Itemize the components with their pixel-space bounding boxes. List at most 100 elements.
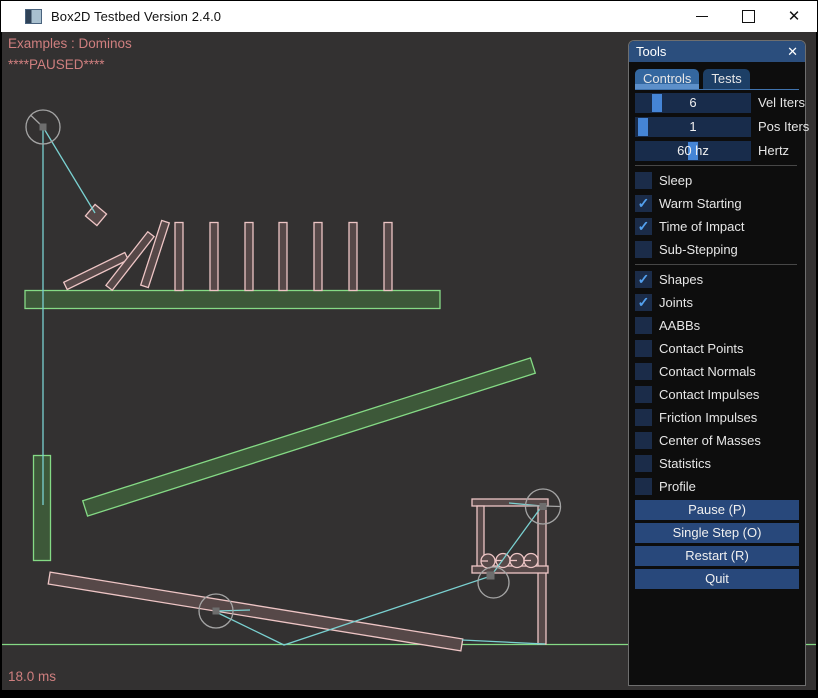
tab-underline xyxy=(635,89,799,90)
maximize-button[interactable] xyxy=(725,1,771,32)
checkbox-profile-label: Profile xyxy=(659,479,696,494)
domino-standing-1 xyxy=(175,223,183,291)
checkbox-row-time-of-impact: ✓ Time of Impact xyxy=(635,215,803,238)
checkbox-aabbs[interactable] xyxy=(635,317,652,334)
slider-hertz-label: Hertz xyxy=(758,143,789,158)
checkbox-profile[interactable] xyxy=(635,478,652,495)
anchor-pulley-top xyxy=(40,124,47,131)
checkbox-sub-stepping-label: Sub-Stepping xyxy=(659,242,738,257)
checkbox-sleep[interactable] xyxy=(635,172,652,189)
checkbox-contact-points-label: Contact Points xyxy=(659,341,744,356)
slider-hertz-track[interactable]: 60 hz xyxy=(635,141,751,161)
checkbox-row-joints: ✓ Joints xyxy=(635,291,803,314)
button-restart-r[interactable]: Restart (R) xyxy=(635,546,799,566)
checkbox-warm-starting-label: Warm Starting xyxy=(659,196,742,211)
checkbox-contact-impulses[interactable] xyxy=(635,386,652,403)
checkbox-friction-impulses[interactable] xyxy=(635,409,652,426)
app-icon xyxy=(25,9,42,24)
tools-panel-title: Tools xyxy=(636,44,666,59)
slider-vel-iters-value: 6 xyxy=(635,93,751,113)
checkbox-friction-impulses-label: Friction Impulses xyxy=(659,410,757,425)
checkbox-center-of-masses[interactable] xyxy=(635,432,652,449)
checkbox-joints-label: Joints xyxy=(659,295,693,310)
anchor-seesaw xyxy=(213,608,220,615)
checkbox-row-contact-impulses: Contact Impulses xyxy=(635,383,803,406)
slider-pos-iters: 1Pos Iters xyxy=(635,115,803,138)
slider-hertz-value: 60 hz xyxy=(635,141,751,161)
tools-panel-body: ControlsTests 6 Vel Iters 1Pos Iters 60 hz H… xyxy=(629,62,805,589)
domino-standing-7 xyxy=(384,223,392,291)
pendulum-bob xyxy=(85,204,106,225)
window-title: Box2D Testbed Version 2.4.0 xyxy=(51,9,221,24)
maximize-icon xyxy=(742,10,755,23)
pendulum-rope xyxy=(43,127,95,213)
close-icon: ✕ xyxy=(788,9,801,24)
button-pause-p[interactable]: Pause (P) xyxy=(635,500,799,520)
checkbox-time-of-impact-label: Time of Impact xyxy=(659,219,744,234)
checkbox-shapes[interactable]: ✓ xyxy=(635,271,652,288)
checkbox-list: Sleep ✓ Warm Starting ✓ Time of Impact Sub-St… xyxy=(635,165,803,498)
slider-vel-iters-label: Vel Iters xyxy=(758,95,805,110)
checkbox-sub-stepping[interactable] xyxy=(635,241,652,258)
window-controls: ✕ xyxy=(679,1,817,32)
paused-label: ****PAUSED**** xyxy=(8,57,105,72)
checkbox-row-sub-stepping: Sub-Stepping xyxy=(635,238,803,261)
checkbox-shapes-label: Shapes xyxy=(659,272,703,287)
slider-pos-iters-track[interactable]: 1 xyxy=(635,117,751,137)
tools-panel-header[interactable]: Tools ✕ xyxy=(629,41,805,62)
ramp-beam xyxy=(83,358,536,516)
slider-hertz: 60 hz Hertz xyxy=(635,139,803,162)
minimize-icon xyxy=(696,16,708,17)
tab-controls[interactable]: Controls xyxy=(635,69,699,89)
checkbox-contact-normals[interactable] xyxy=(635,363,652,380)
checkbox-center-of-masses-label: Center of Masses xyxy=(659,433,761,448)
domino-standing-4 xyxy=(279,223,287,291)
checkbox-row-warm-starting: ✓ Warm Starting xyxy=(635,192,803,215)
slider-vel-iters-track[interactable]: 6 xyxy=(635,93,751,113)
checkbox-row-contact-points: Contact Points xyxy=(635,337,803,360)
close-button[interactable]: ✕ xyxy=(771,1,817,32)
separator xyxy=(635,165,797,166)
example-label: Examples : Dominos xyxy=(8,36,132,51)
button-single-step-o[interactable]: Single Step (O) xyxy=(635,523,799,543)
domino-standing-2 xyxy=(210,223,218,291)
checkbox-warm-starting[interactable]: ✓ xyxy=(635,195,652,212)
checkbox-row-center-of-masses: Center of Masses xyxy=(635,429,803,452)
rope-ground-segment xyxy=(462,640,545,644)
minimize-button[interactable] xyxy=(679,1,725,32)
stand-right-leg xyxy=(538,506,546,644)
tab-tests[interactable]: Tests xyxy=(703,69,749,89)
checkbox-contact-points[interactable] xyxy=(635,340,652,357)
button-list: Pause (P) Single Step (O) Restart (R) Quit xyxy=(635,500,803,589)
domino-standing-3 xyxy=(245,223,253,291)
checkbox-row-profile: Profile xyxy=(635,475,803,498)
domino-fallen-3 xyxy=(141,220,170,287)
separator xyxy=(635,264,797,265)
slider-pos-iters-label: Pos Iters xyxy=(758,119,809,134)
frame-time-label: 18.0 ms xyxy=(8,669,56,684)
checkbox-row-statistics: Statistics xyxy=(635,452,803,475)
checkbox-statistics-label: Statistics xyxy=(659,456,711,471)
checkbox-contact-impulses-label: Contact Impulses xyxy=(659,387,759,402)
checkbox-row-friction-impulses: Friction Impulses xyxy=(635,406,803,429)
tools-close-icon[interactable]: ✕ xyxy=(787,44,798,60)
checkbox-aabbs-label: AABBs xyxy=(659,318,700,333)
anchor-stand-lower xyxy=(487,572,495,580)
checkbox-row-sleep: Sleep xyxy=(635,169,803,192)
checkbox-row-shapes: ✓ Shapes xyxy=(635,268,803,291)
checkbox-contact-normals-label: Contact Normals xyxy=(659,364,756,379)
button-quit[interactable]: Quit xyxy=(635,569,799,589)
scene-area: Examples : Dominos ****PAUSED**** 18.0 m… xyxy=(2,32,816,690)
checkbox-joints[interactable]: ✓ xyxy=(635,294,652,311)
platform-beam xyxy=(25,291,440,309)
slider-pos-iters-value: 1 xyxy=(635,117,751,137)
seesaw-plank xyxy=(48,572,463,651)
anchor-stand-top xyxy=(540,503,547,510)
title-bar: Box2D Testbed Version 2.4.0 ✕ xyxy=(1,1,817,32)
checkbox-statistics[interactable] xyxy=(635,455,652,472)
tab-bar: ControlsTests xyxy=(635,69,803,89)
app-window: { "window": { "title": "Box2D Testbed Ve… xyxy=(0,0,818,698)
tools-panel: Tools ✕ ControlsTests 6Vel Iters1Pos Ite… xyxy=(628,40,806,686)
checkbox-time-of-impact[interactable]: ✓ xyxy=(635,218,652,235)
slider-vel-iters: 6 Vel Iters xyxy=(635,91,803,114)
